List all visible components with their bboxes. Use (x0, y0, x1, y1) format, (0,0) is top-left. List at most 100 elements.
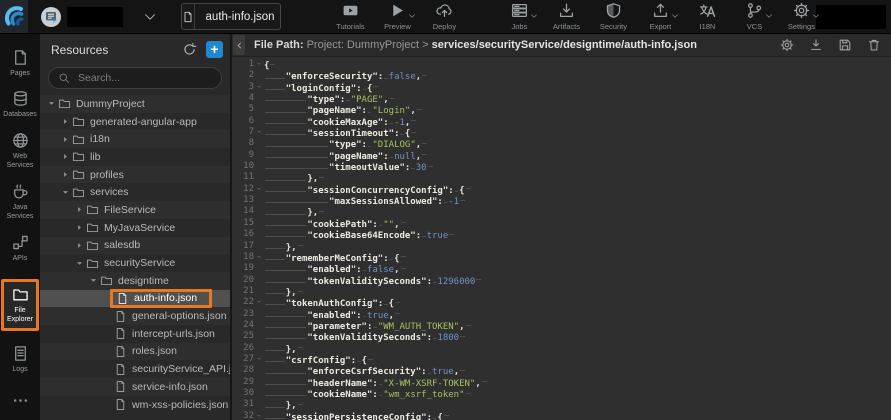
code-line-28[interactable]: 28 "enforceCsrfSecurity": true, (232, 365, 891, 376)
collapse-panel-button[interactable] (233, 35, 245, 55)
code-line-18[interactable]: 18- "rememberMeConfig": { (232, 252, 891, 263)
chevron-down-icon[interactable] (812, 12, 820, 20)
caret-right-icon[interactable] (60, 117, 71, 126)
topbar-action-artifacts[interactable]: Artifacts (551, 2, 581, 31)
topbar-action-i18n[interactable]: I18N (692, 2, 722, 31)
fold-marker[interactable]: - (254, 411, 264, 420)
topbar-action-tutorials[interactable]: Tutorials (335, 2, 365, 31)
code-line-11[interactable]: 11 }, (232, 172, 891, 183)
sidebar-item-java-services[interactable]: Java Services (0, 178, 40, 226)
project-menu-chevron-icon[interactable] (143, 10, 157, 24)
code-line-31[interactable]: 31 }, (232, 399, 891, 410)
code-line-6[interactable]: 6 "cookieMaxAge": -1, (232, 116, 891, 127)
search-input[interactable] (76, 71, 212, 85)
topbar-action-settings[interactable]: Settings (786, 2, 816, 31)
tree-item-auth-info-json[interactable]: auth-info.json (40, 290, 230, 308)
project-icon[interactable] (40, 6, 62, 28)
tree-item-intercept-urls-json[interactable]: intercept-urls.json (40, 325, 230, 343)
sidebar-item-databases[interactable]: Databases (0, 85, 40, 123)
code-line-4[interactable]: 4 "type": "PAGE", (232, 93, 891, 104)
chevron-down-icon[interactable] (671, 12, 679, 20)
add-resource-button[interactable]: + (206, 41, 223, 58)
caret-down-icon[interactable] (74, 259, 85, 268)
download-button[interactable] (809, 38, 823, 52)
fold-marker[interactable]: - (254, 354, 264, 365)
chevron-down-icon[interactable] (765, 12, 773, 20)
code-line-5[interactable]: 5 "pageName": "Login", (232, 104, 891, 115)
caret-right-icon[interactable] (74, 205, 85, 214)
caret-down-icon[interactable] (46, 99, 57, 108)
code-line-13[interactable]: 13 "maxSessionsAllowed": -1 (232, 195, 891, 206)
tree-item-roles-json[interactable]: roles.json (40, 343, 230, 361)
code-line-8[interactable]: 8 "type": "DIALOG", (232, 138, 891, 149)
code-line-10[interactable]: 10 "timeoutValue": 30 (232, 161, 891, 172)
caret-right-icon[interactable] (74, 241, 85, 250)
code-line-19[interactable]: 19 "enabled": false, (232, 263, 891, 274)
fold-marker[interactable]: - (254, 82, 264, 93)
topbar-action-preview[interactable]: Preview (382, 2, 412, 31)
caret-right-icon[interactable] (60, 170, 71, 179)
topbar-action-vcs[interactable]: VCS (739, 2, 769, 31)
code-line-3[interactable]: 3- "loginConfig": { (232, 82, 891, 93)
code-line-2[interactable]: 2 "enforceSecurity": false, (232, 70, 891, 81)
tree-item-designtime[interactable]: designtime (40, 272, 230, 290)
sidebar-item-file-explorer[interactable]: File Explorer (1, 279, 39, 331)
topbar-action-security[interactable]: Security (598, 2, 628, 31)
app-logo-button[interactable] (0, 0, 28, 33)
fold-marker[interactable]: - (254, 59, 264, 70)
delete-button[interactable] (867, 38, 881, 52)
code-line-17[interactable]: 17 }, (232, 241, 891, 252)
caret-down-icon[interactable] (60, 188, 71, 197)
settings-button[interactable] (780, 38, 794, 52)
code-line-29[interactable]: 29 "headerName": "X-WM-XSRF-TOKEN", (232, 377, 891, 388)
tree-item-i18n[interactable]: i18n (40, 130, 230, 148)
open-file-tab[interactable]: auth-info.json (181, 3, 282, 30)
sidebar-item-more[interactable] (0, 387, 40, 413)
code-line-12[interactable]: 12- "sessionConcurrencyConfig": { (232, 184, 891, 195)
tree-item-wm-xss-policies-json[interactable]: wm-xss-policies.json (40, 396, 230, 414)
code-line-15[interactable]: 15 "cookiePath": "", (232, 218, 891, 229)
code-line-16[interactable]: 16 "cookieBase64Encode": true (232, 229, 891, 240)
code-line-7[interactable]: 7- "sessionTimeout": { (232, 127, 891, 138)
code-line-24[interactable]: 24 "parameter": "WM_AUTH_TOKEN", (232, 320, 891, 331)
tree-item-lib[interactable]: lib (40, 148, 230, 166)
code-line-20[interactable]: 20 "tokenValiditySeconds": 1296000 (232, 275, 891, 286)
code-line-25[interactable]: 25 "tokenValiditySeconds": 1800 (232, 331, 891, 342)
caret-right-icon[interactable] (60, 135, 71, 144)
tree-item-services[interactable]: services (40, 183, 230, 201)
tree-item-myjavaservice[interactable]: MyJavaService (40, 219, 230, 237)
tree-item-dummyproject[interactable]: DummyProject (40, 95, 230, 113)
code-line-21[interactable]: 21 }, (232, 286, 891, 297)
tree-item-salesdb[interactable]: salesdb (40, 237, 230, 255)
tree-item-securityservice[interactable]: securityService (40, 254, 230, 272)
tree-item-generated-angular-app[interactable]: generated-angular-app (40, 113, 230, 131)
fold-marker[interactable]: - (254, 127, 264, 138)
code-line-1[interactable]: 1-{ (232, 59, 891, 70)
tree-item-general-options-json[interactable]: general-options.json (40, 307, 230, 325)
code-line-30[interactable]: 30 "cookieName": "wm_xsrf_token" (232, 388, 891, 399)
sidebar-item-apis[interactable]: APIs (0, 229, 40, 267)
topbar-action-export[interactable]: Export (645, 2, 675, 31)
code-editor[interactable]: 1-{2 "enforceSecurity": false,3- "loginC… (232, 57, 891, 420)
tree-item-fileservice[interactable]: FileService (40, 201, 230, 219)
fold-marker[interactable]: - (254, 297, 264, 308)
resources-search[interactable] (48, 67, 222, 89)
tree-item-securityservice-api-json[interactable]: securityService_API.json (40, 360, 230, 378)
save-button[interactable] (838, 38, 852, 52)
chevron-down-icon[interactable] (408, 12, 416, 20)
code-line-23[interactable]: 23 "enabled": true, (232, 309, 891, 320)
sidebar-item-logs[interactable]: Logs (0, 340, 40, 378)
fold-marker[interactable]: - (254, 184, 264, 195)
sidebar-item-pages[interactable]: Pages (0, 44, 40, 82)
tree-item-profiles[interactable]: profiles (40, 166, 230, 184)
code-line-14[interactable]: 14 }, (232, 206, 891, 217)
fold-marker[interactable]: - (254, 252, 264, 263)
code-line-32[interactable]: 32- "sessionPersistenceConfig": { (232, 411, 891, 420)
tree-item-service-info-json[interactable]: service-info.json (40, 378, 230, 396)
caret-down-icon[interactable] (88, 276, 99, 285)
topbar-action-jobs[interactable]: Jobs (504, 2, 534, 31)
code-line-9[interactable]: 9 "pageName": null, (232, 150, 891, 161)
code-line-22[interactable]: 22- "tokenAuthConfig": { (232, 297, 891, 308)
refresh-icon[interactable] (182, 42, 197, 57)
topbar-action-deploy[interactable]: Deploy (429, 2, 459, 31)
